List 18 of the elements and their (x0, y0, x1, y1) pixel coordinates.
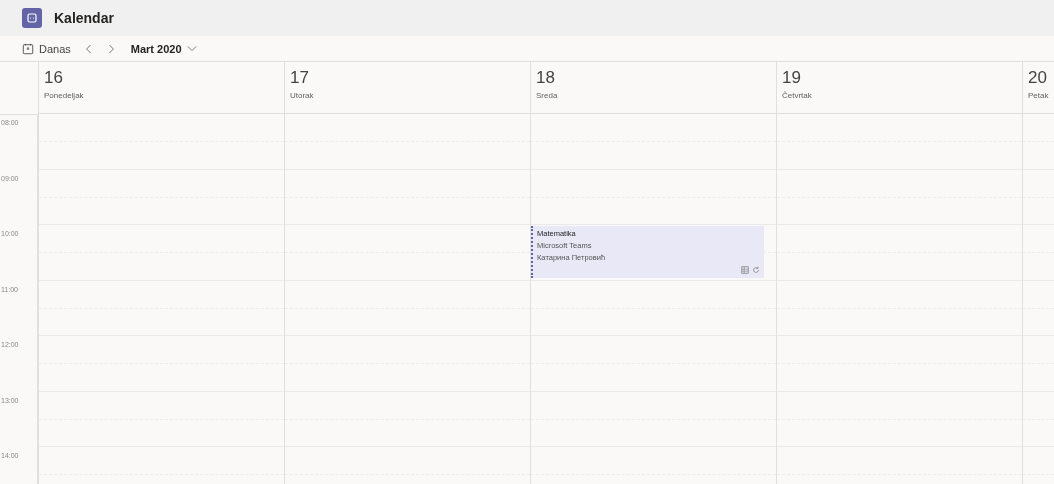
day-number: 17 (290, 68, 310, 88)
weekday-label: Petak (1028, 91, 1050, 100)
chevron-down-icon (186, 45, 197, 52)
calendar-app-icon (22, 8, 42, 28)
day-number: 20 (1028, 68, 1048, 88)
weekday-label: Ponedeljak (44, 91, 85, 100)
day-number: 18 (536, 68, 556, 88)
weekday-label: Utorak (290, 91, 315, 100)
table-icon (741, 266, 749, 274)
day-number: 19 (782, 68, 802, 88)
day-number: 16 (44, 68, 64, 88)
recurring-icon (752, 266, 760, 274)
weekday-label: Četvrtak (782, 91, 813, 100)
calendar-icon (22, 42, 34, 55)
month-picker[interactable]: Mart 2020 (130, 42, 197, 55)
today-button[interactable]: Danas (22, 42, 71, 55)
app-title: Kalendar (54, 10, 114, 26)
weekday-label: Sreda (536, 91, 559, 100)
